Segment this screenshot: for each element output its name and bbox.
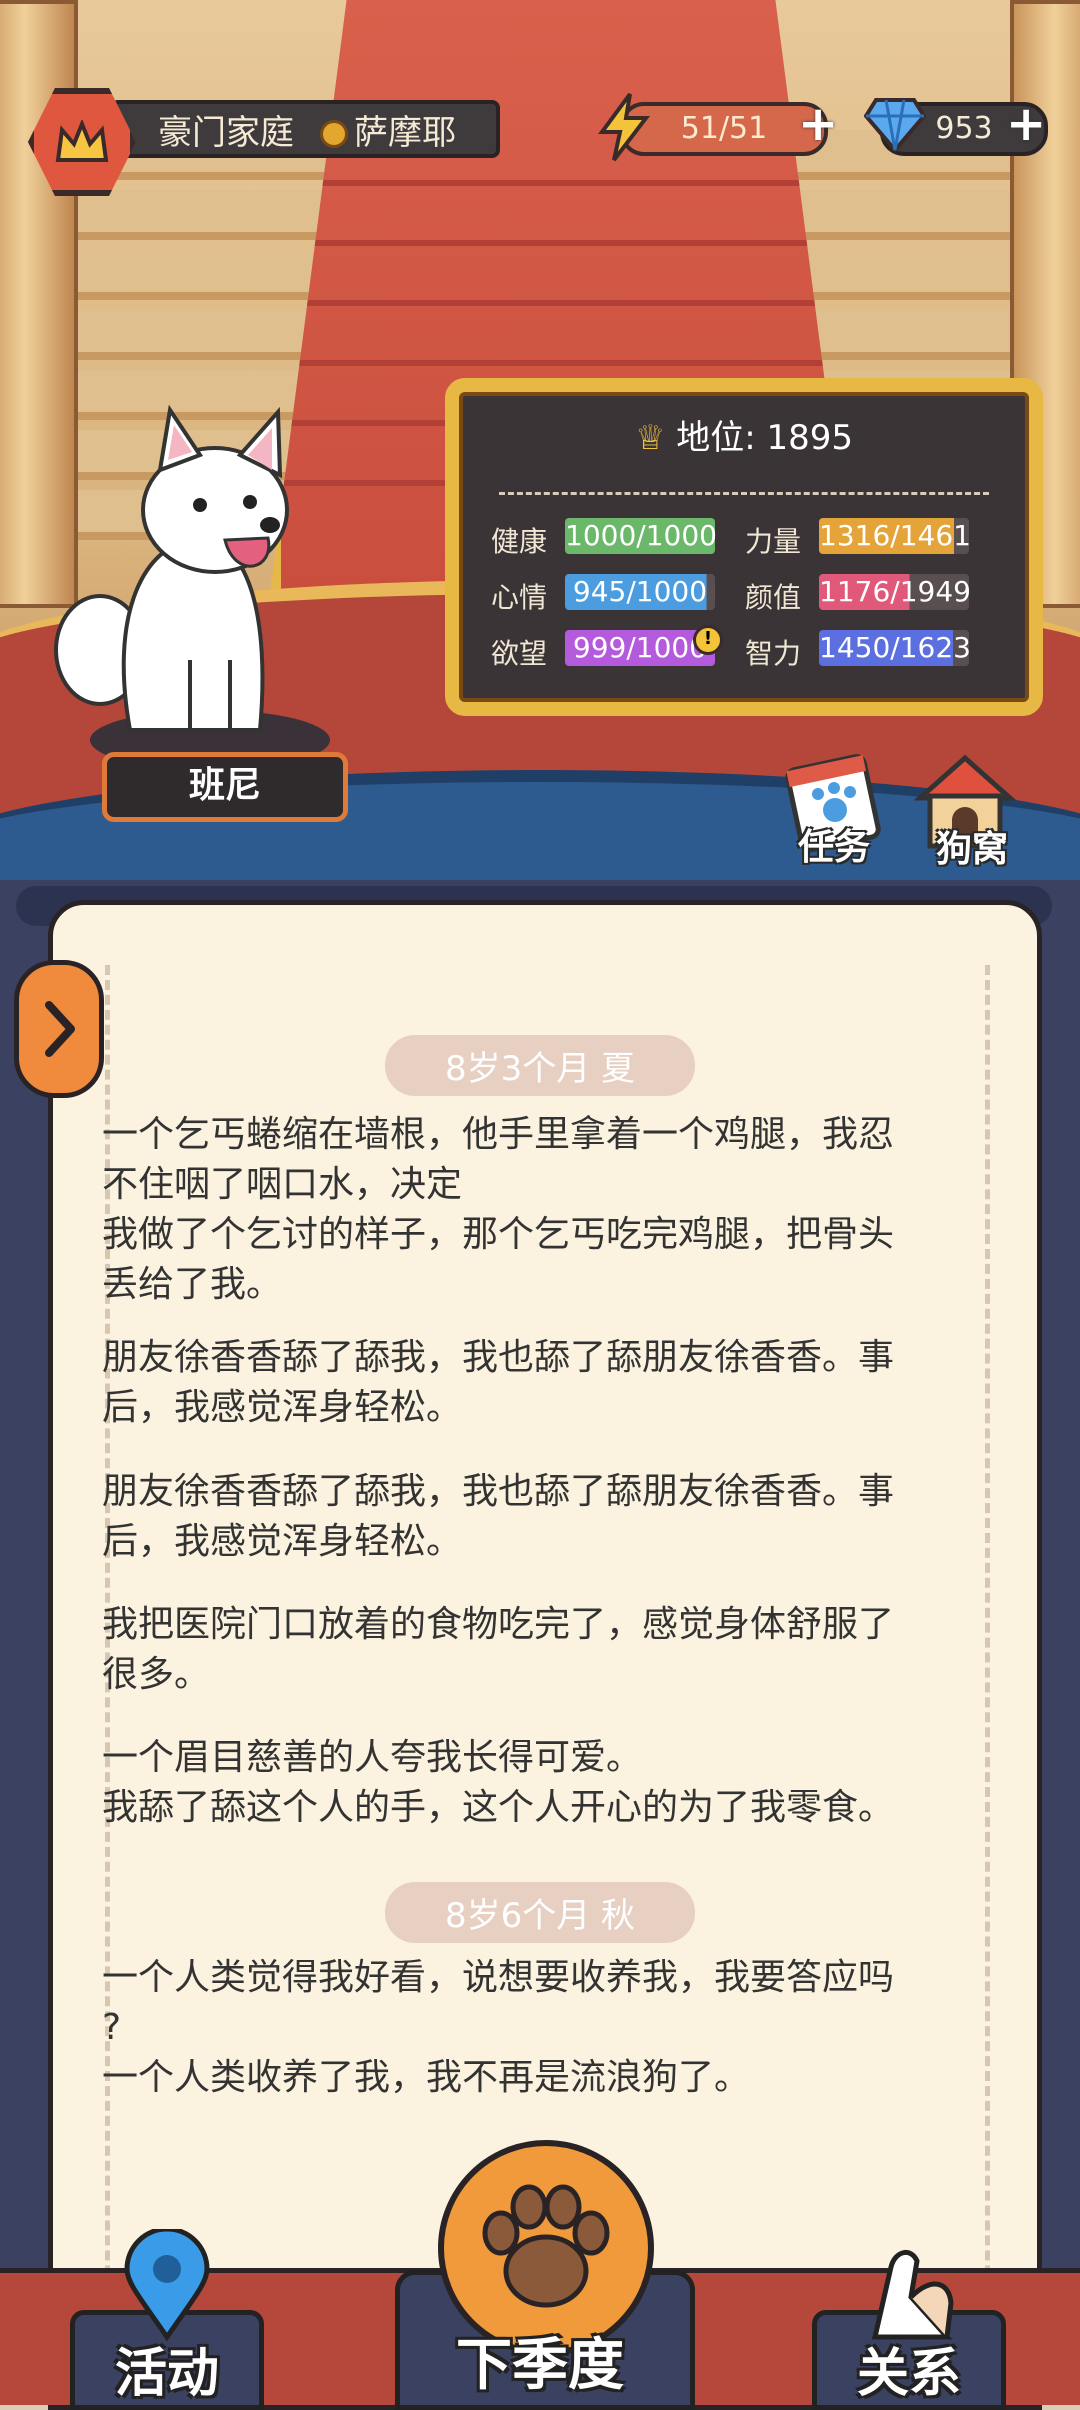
stat-bar: 1176/1949 (819, 574, 971, 610)
paw-icon (482, 2184, 610, 2308)
log-entry: 我把医院门口放着的食物吃完了，感觉身体舒服了 很多。 (102, 1604, 895, 1695)
activity-label: 活动 (114, 2344, 219, 2404)
tasks-button[interactable]: 任务 (780, 748, 900, 868)
stat-label: 力量 (745, 525, 802, 558)
crown-icon: ♕ (634, 418, 666, 458)
relations-tab[interactable]: 关系 (812, 2250, 1006, 2410)
stat-bar: 1000/1000 (565, 518, 717, 554)
log-entry: 一个人类觉得我好看，说想要收养我，我要答应吗 ? 一个人类收养了我，我不再是流浪… (102, 1957, 895, 2098)
season-header: 8岁6个月 秋 (0, 1882, 1080, 1943)
kennel-label: 狗窝 (936, 829, 1009, 870)
lightning-icon (598, 92, 651, 162)
season-header: 8岁3个月 夏 (0, 1035, 1080, 1096)
stat-label: 颜值 (745, 581, 802, 614)
handshake-icon (871, 2250, 954, 2340)
activity-tab[interactable]: 活动 (70, 2229, 264, 2410)
kennel-button[interactable]: 狗窝 (910, 746, 1040, 870)
warning-icon: ! (693, 625, 723, 655)
dog-name-plate: 班尼 (102, 752, 348, 822)
diamond-icon (864, 98, 926, 154)
breed-label: 萨摩耶 (320, 105, 456, 154)
log-entry: 朋友徐香香舔了舔我，我也舔了舔朋友徐香香。事 后，我感觉浑身轻松。 (102, 1337, 895, 1428)
board-divider (499, 492, 989, 495)
log-entry: 一个眉目慈善的人夸我长得可爱。 我舔了舔这个人的手，这个人开心的为了我零食。 (102, 1737, 895, 1828)
stat-label: 心情 (491, 581, 548, 614)
gem-value: 953 (935, 111, 993, 146)
medal-icon (320, 120, 348, 148)
dog-name: 班尼 (188, 765, 261, 806)
samoyed-dog-image[interactable] (40, 400, 370, 770)
log-entry: 一个乞丐蜷缩在墙根，他手里拿着一个鸡腿，我忍 不住咽了咽口水，决定 我做了个乞讨… (102, 1114, 895, 1305)
relations-label: 关系 (856, 2344, 961, 2404)
log-entry: 朋友徐香香舔了舔我，我也舔了舔朋友徐香香。事 后，我感觉浑身轻松。 (102, 1471, 895, 1562)
status-board: ♕ 地位: 1895 健康 1000/1000 心情 945/1000 欲望 999/10… (445, 378, 1043, 716)
add-gems-button[interactable]: + (1006, 100, 1046, 148)
status-title: ♕ 地位: 1895 (634, 418, 854, 458)
stat-label: 欲望 (491, 637, 548, 670)
family-info-bar[interactable]: 豪门家庭 萨摩耶 (110, 100, 500, 158)
stat-bar: 945/1000 (565, 574, 715, 610)
stat-label: 健康 (491, 525, 548, 558)
stat-label: 智力 (745, 637, 802, 670)
stat-bar: 1316/1461 (819, 518, 971, 554)
stat-bar: 1450/1623 (819, 630, 971, 666)
next-season-label: 下季度 (456, 2333, 624, 2398)
tasks-label: 任务 (798, 827, 871, 868)
family-name: 豪门家庭 (158, 112, 294, 153)
map-pin-icon (124, 2229, 210, 2341)
add-energy-button[interactable]: + (798, 100, 838, 148)
energy-value: 51/51 (680, 111, 768, 146)
